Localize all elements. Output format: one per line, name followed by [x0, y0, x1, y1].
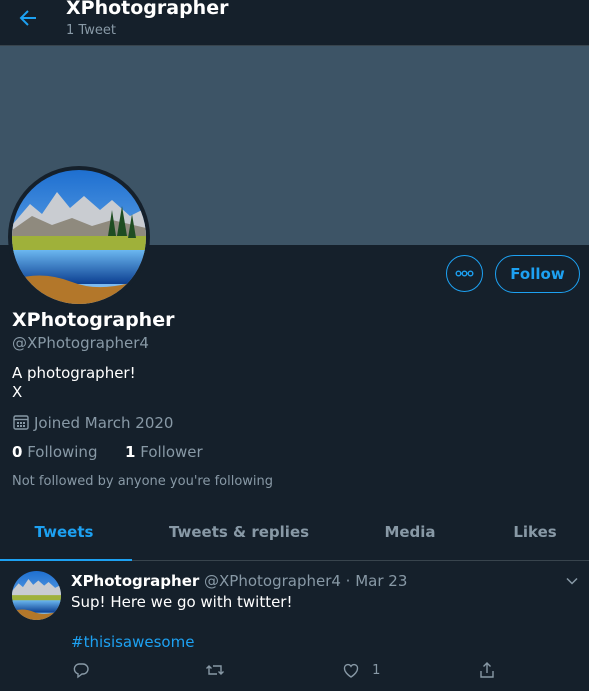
tab-media[interactable]: Media [360, 505, 460, 560]
tweet-author[interactable]: XPhotographer [71, 572, 199, 590]
following-link[interactable]: 0 Following [12, 443, 97, 461]
more-options-button[interactable] [446, 255, 483, 292]
tweet[interactable]: XPhotographer @XPhotographer4 · Mar 23 S… [0, 561, 589, 691]
top-bar: XPhotographer 1 Tweet [0, 0, 589, 46]
like-button[interactable]: 1 [342, 661, 380, 679]
share-button[interactable] [478, 661, 496, 679]
tab-tweets[interactable]: Tweets [0, 505, 128, 560]
bio-line-2: X [12, 383, 23, 401]
like-count: 1 [372, 662, 381, 678]
followers-link[interactable]: 1 Follower [125, 443, 203, 461]
follow-stats: 0 Following 1 Follower [12, 443, 203, 461]
followers-count: 1 [125, 443, 136, 461]
tweet-hashtag[interactable]: #thisisawesome [71, 633, 194, 651]
header-title: XPhotographer [66, 0, 229, 19]
followers-label: Follower [140, 443, 203, 461]
like-icon [343, 663, 359, 678]
tab-likes[interactable]: Likes [490, 505, 580, 560]
joined-date: Joined March 2020 [12, 413, 173, 432]
chevron-down-icon[interactable] [565, 573, 579, 592]
tweet-avatar[interactable] [12, 571, 61, 620]
joined-text: Joined March 2020 [34, 414, 174, 432]
following-label: Following [27, 443, 98, 461]
share-icon [480, 662, 494, 678]
tweet-count: 1 Tweet [66, 23, 116, 38]
profile-tabs: Tweets Tweets & replies Media Likes [0, 505, 589, 561]
follow-context: Not followed by anyone you're following [12, 474, 274, 489]
tweet-meta[interactable]: @XPhotographer4 · Mar 23 [204, 572, 407, 590]
bio-line-1: A photographer! [12, 364, 136, 382]
retweet-icon [206, 665, 224, 675]
back-arrow-icon[interactable] [16, 6, 40, 30]
profile-avatar[interactable] [8, 166, 150, 308]
reply-button[interactable] [72, 661, 90, 679]
retweet-button[interactable] [205, 661, 225, 679]
following-count: 0 [12, 443, 23, 461]
calendar-icon [13, 415, 29, 430]
tweet-text: Sup! Here we go with twitter! [71, 593, 293, 611]
reply-icon [73, 663, 89, 679]
more-icon [455, 270, 474, 277]
profile-name: XPhotographer [12, 309, 175, 331]
follow-button[interactable]: Follow [495, 255, 580, 293]
tab-tweets-replies[interactable]: Tweets & replies [144, 505, 334, 560]
profile-handle: @XPhotographer4 [12, 334, 149, 352]
